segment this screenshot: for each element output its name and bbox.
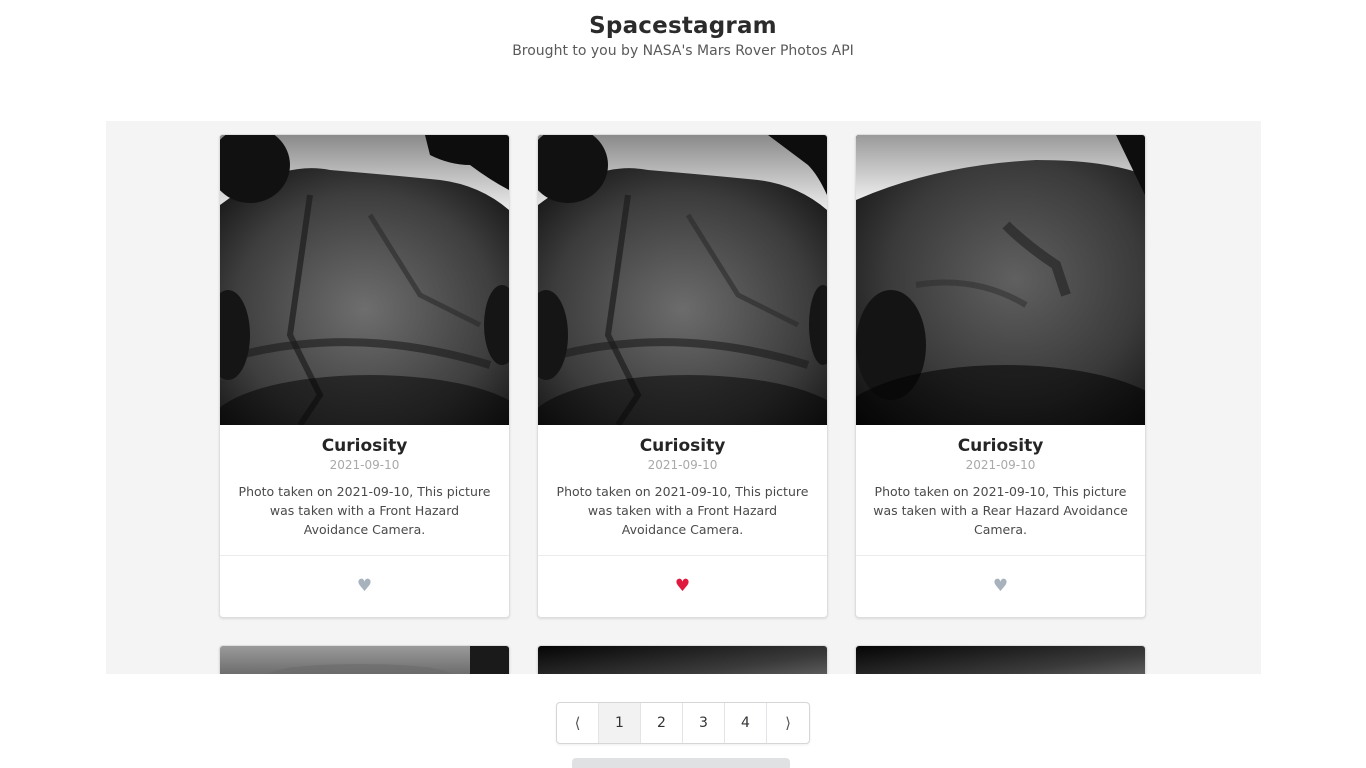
card-content: Curiosity 2021-09-10 Photo taken on 2021…: [538, 425, 827, 556]
page-subtitle: Brought to you by NASA's Mars Rover Phot…: [512, 43, 854, 59]
card-footer: ♥: [538, 556, 827, 617]
card-content: Curiosity 2021-09-10 Photo taken on 2021…: [856, 425, 1145, 556]
pagination-page-2[interactable]: 2: [641, 703, 683, 743]
rover-photo: [220, 646, 509, 674]
pagination-page-4[interactable]: 4: [725, 703, 767, 743]
card-description: Photo taken on 2021-09-10, This picture …: [556, 484, 809, 537]
card-title: Curiosity: [957, 436, 1044, 456]
rover-photo: [220, 135, 509, 425]
card-date: 2021-09-10: [329, 458, 400, 472]
chevron-left-icon: ⟨: [574, 714, 581, 732]
photo-card: [855, 645, 1146, 674]
pagination-prev-button[interactable]: ⟨: [557, 703, 599, 743]
pagination-next-button[interactable]: ⟩: [767, 703, 809, 743]
heart-icon[interactable]: ♥: [357, 578, 372, 595]
card-title: Curiosity: [321, 436, 408, 456]
rover-photo: [856, 135, 1145, 425]
photo-feed[interactable]: Curiosity 2021-09-10 Photo taken on 2021…: [106, 121, 1261, 674]
card-footer: ♥: [220, 556, 509, 617]
photo-card: Curiosity 2021-09-10 Photo taken on 2021…: [219, 134, 510, 618]
card-title: Curiosity: [639, 436, 726, 456]
page-header: Spacestagram Brought to you by NASA's Ma…: [0, 10, 1366, 60]
photo-card: Curiosity 2021-09-10 Photo taken on 2021…: [537, 134, 828, 618]
rover-photo: [538, 135, 827, 425]
heart-icon[interactable]: ♥: [993, 578, 1008, 595]
chevron-right-icon: ⟩: [785, 714, 791, 732]
pagination-page-3[interactable]: 3: [683, 703, 725, 743]
bottom-button[interactable]: [572, 758, 790, 768]
rover-photo: [538, 646, 827, 674]
pagination-page-1[interactable]: 1: [599, 703, 641, 743]
card-footer: ♥: [856, 556, 1145, 617]
card-description: Photo taken on 2021-09-10, This picture …: [238, 484, 491, 537]
card-description: Photo taken on 2021-09-10, This picture …: [873, 484, 1128, 537]
photo-card: [537, 645, 828, 674]
page-title: Spacestagram: [589, 13, 777, 39]
card-content: Curiosity 2021-09-10 Photo taken on 2021…: [220, 425, 509, 556]
rover-photo: [856, 646, 1145, 674]
photo-card: [219, 645, 510, 674]
pagination: ⟨ 1 2 3 4 ⟩: [556, 702, 810, 744]
card-date: 2021-09-10: [647, 458, 718, 472]
heart-icon[interactable]: ♥: [675, 578, 690, 595]
photo-card: Curiosity 2021-09-10 Photo taken on 2021…: [855, 134, 1146, 618]
card-date: 2021-09-10: [965, 458, 1036, 472]
